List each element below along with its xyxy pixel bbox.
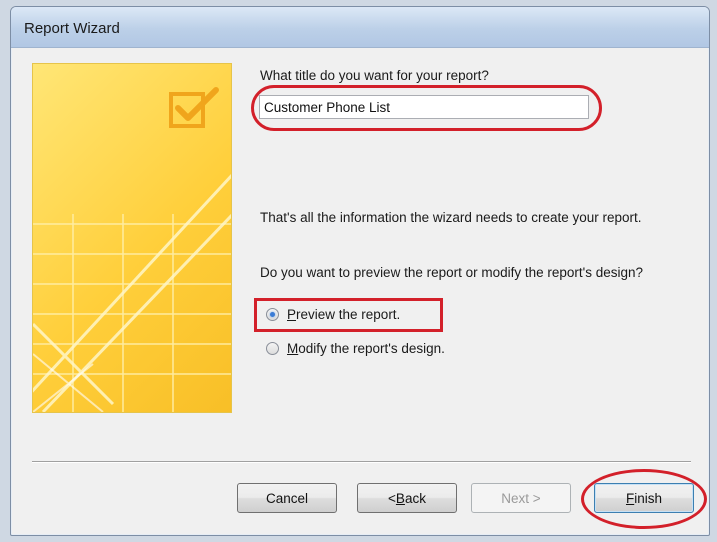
title-question-label: What title do you want for your report?: [260, 68, 489, 83]
next-button[interactable]: Next >: [471, 483, 571, 513]
preview-question-label: Do you want to preview the report or mod…: [260, 265, 644, 280]
annotation-highlight-finish: [581, 469, 707, 529]
window-title: Report Wizard: [24, 20, 120, 37]
annotation-highlight-preview: [254, 298, 443, 332]
info-text: That's all the information the wizard ne…: [260, 210, 642, 225]
separator-line: [32, 461, 691, 463]
modify-option-label: Modify the report's design.: [287, 340, 445, 356]
annotation-highlight-title: [251, 85, 602, 131]
modify-design-option[interactable]: Modify the report's design.: [266, 338, 445, 358]
checkbox-check-icon: [169, 87, 219, 128]
modify-radio-button[interactable]: [266, 341, 279, 355]
wizard-art-panel: [32, 63, 232, 413]
back-button[interactable]: < Back: [357, 483, 457, 513]
title-bar[interactable]: Report Wizard: [11, 7, 709, 48]
cancel-button[interactable]: Cancel: [237, 483, 337, 513]
report-wizard-window: Report Wizard What title do you want for…: [10, 6, 710, 536]
